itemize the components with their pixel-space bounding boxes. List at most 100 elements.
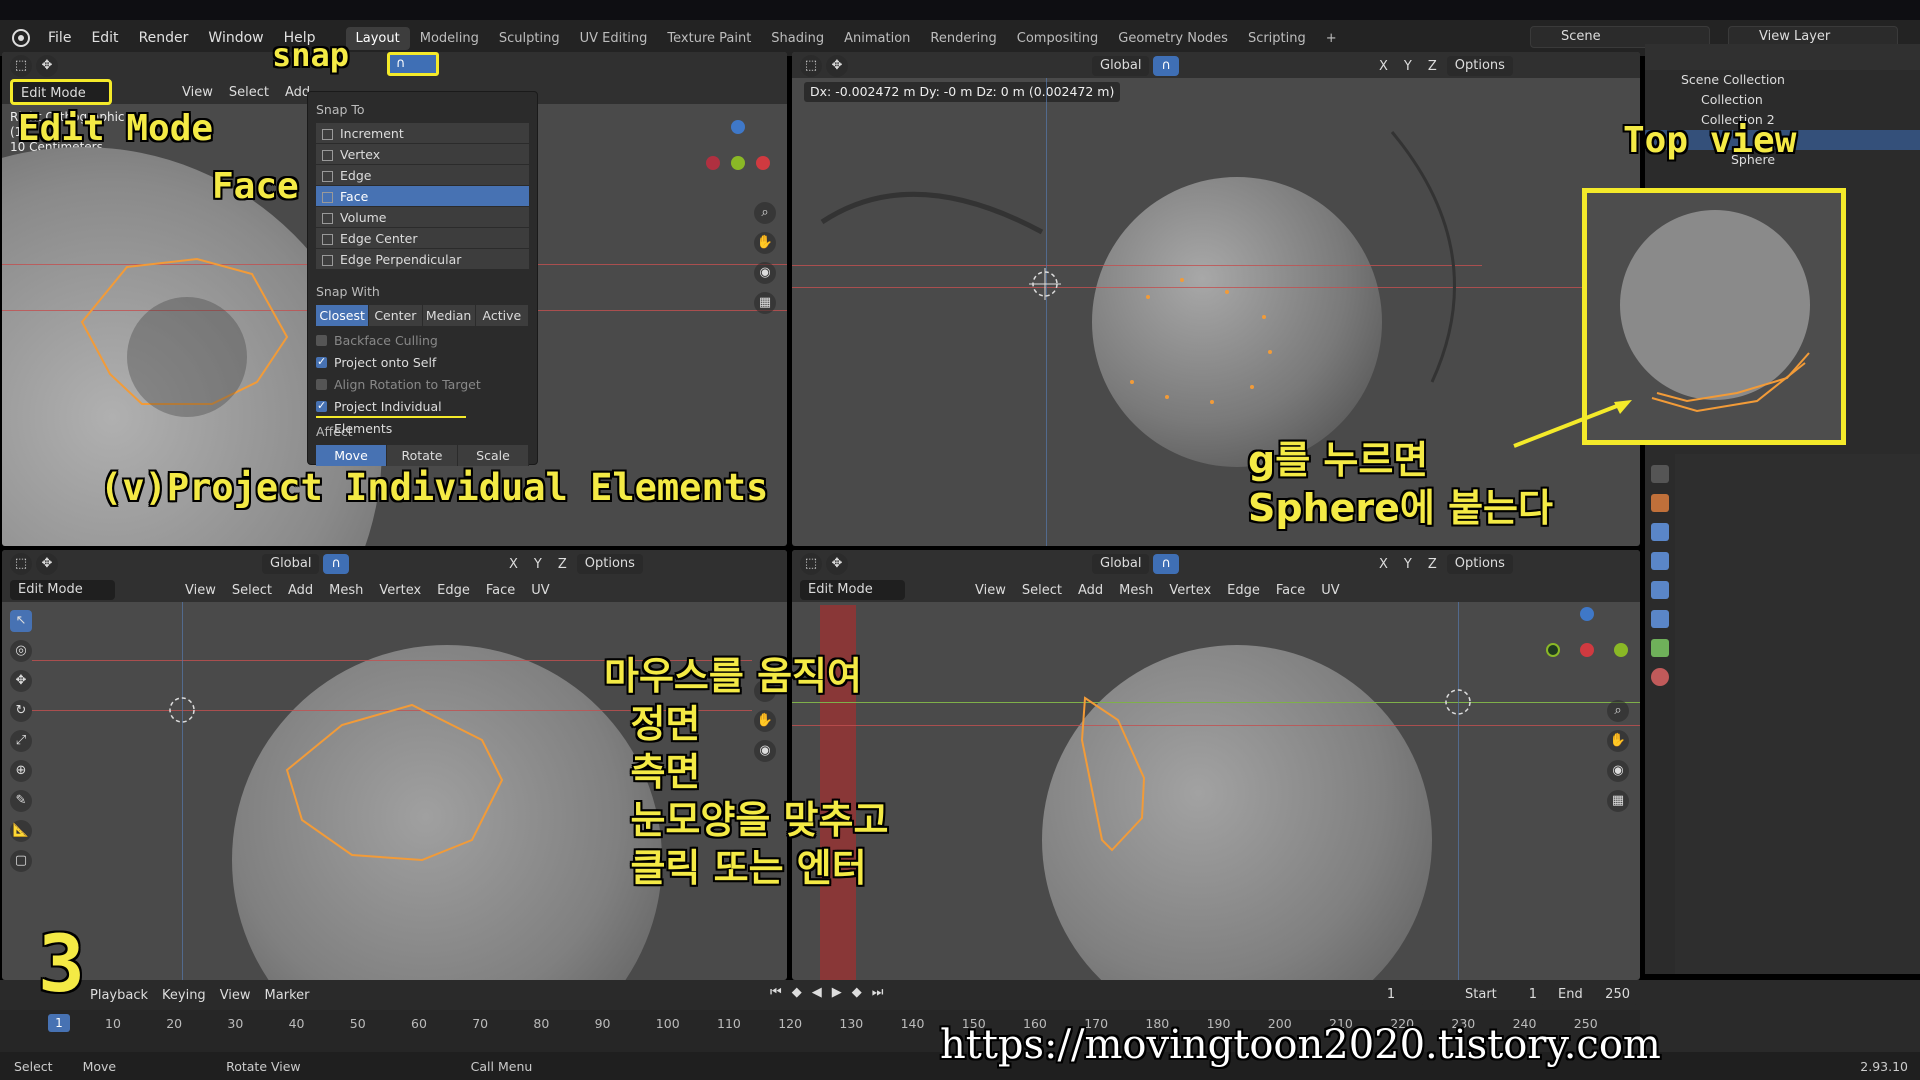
outliner-header	[1645, 44, 1920, 70]
outliner-scene-collection[interactable]: Scene Collection	[1645, 70, 1920, 90]
select-box-tool-icon[interactable]: ↖	[10, 610, 32, 632]
x-axis-icon[interactable]	[756, 156, 770, 170]
menu-file[interactable]: File	[38, 30, 81, 46]
snap-to-title: Snap To	[316, 102, 365, 117]
zoom-icon[interactable]: ⌕	[1607, 700, 1629, 722]
z-axis-icon[interactable]	[1580, 607, 1594, 621]
snap-with-median[interactable]: Median	[422, 305, 476, 326]
tab-layout[interactable]: Layout	[345, 26, 410, 50]
constraints-props-icon[interactable]	[1651, 610, 1669, 628]
menu-playback[interactable]: Playback	[90, 988, 148, 1003]
tab-animation[interactable]: Animation	[834, 27, 920, 50]
affect-rotate[interactable]: Rotate	[387, 445, 458, 466]
current-frame-field[interactable]: 1	[1357, 985, 1425, 1005]
measure-tool-icon[interactable]: 📐	[10, 820, 32, 842]
next-keyframe-icon[interactable]: ◆	[852, 985, 862, 1000]
physics-props-icon[interactable]	[1651, 581, 1669, 599]
tab-scripting[interactable]: Scripting	[1238, 27, 1316, 50]
menu-edit[interactable]: Edit	[81, 30, 128, 46]
outliner-collection[interactable]: Collection	[1645, 90, 1920, 110]
camera-icon[interactable]: ◉	[754, 262, 776, 284]
playhead[interactable]: 1	[48, 1014, 70, 1032]
menu-render[interactable]: Render	[129, 30, 199, 46]
y-axis-icon[interactable]	[731, 156, 745, 170]
pan-hand-icon[interactable]: ✋	[1607, 730, 1629, 752]
object-props-icon[interactable]	[1651, 494, 1669, 512]
add-cube-tool-icon[interactable]: ▢	[10, 850, 32, 872]
project-onto-self-checkbox[interactable]: Project onto Self	[316, 351, 529, 374]
cursor-tool-icon[interactable]: ◎	[10, 640, 32, 662]
render-props-icon[interactable]	[1651, 465, 1669, 483]
move-tool-icon[interactable]: ✥	[10, 670, 32, 692]
viewport-bottom-right[interactable]: ⬚ ✥ Global ∩ X Y Z Options Edit Mode Vie…	[792, 550, 1640, 980]
zoom-icon[interactable]: ⌕	[754, 202, 776, 224]
start-frame-field[interactable]: Start 1	[1457, 985, 1545, 1005]
affect-move[interactable]: Move	[316, 445, 387, 466]
z-axis-icon[interactable]	[731, 120, 745, 134]
tab-uv-editing[interactable]: UV Editing	[570, 27, 658, 50]
jump-end-icon[interactable]: ⏭	[872, 985, 884, 1000]
play-icon[interactable]: ▶	[832, 985, 842, 1000]
menu-view[interactable]: View	[220, 988, 251, 1003]
snap-face[interactable]: Face	[316, 186, 529, 207]
material-props-icon[interactable]	[1651, 668, 1669, 686]
pan-hand-icon[interactable]: ✋	[754, 232, 776, 254]
jump-start-icon[interactable]: ⏮	[770, 985, 782, 1000]
play-reverse-icon[interactable]: ◀	[812, 985, 822, 1000]
grid-icon[interactable]: ▦	[754, 292, 776, 314]
end-frame-field[interactable]: End 250	[1550, 985, 1638, 1005]
view-layer-name: View Layer	[1759, 29, 1831, 44]
prev-keyframe-icon[interactable]: ◆	[792, 985, 802, 1000]
add-workspace-button[interactable]: +	[1316, 27, 1347, 50]
project-individual-elements-checkbox[interactable]: Project Individual Elements	[316, 395, 466, 436]
snap-volume[interactable]: Volume	[316, 207, 529, 228]
align-rotation-checkbox[interactable]: Align Rotation to Target	[316, 374, 529, 396]
x-axis-icon[interactable]	[1580, 643, 1594, 657]
rotate-tool-icon[interactable]: ↻	[10, 700, 32, 722]
snap-edge-center[interactable]: Edge Center	[316, 228, 529, 249]
tab-rendering[interactable]: Rendering	[920, 27, 1006, 50]
snap-with-closest[interactable]: Closest	[316, 305, 370, 326]
annotate-tool-icon[interactable]: ✎	[10, 790, 32, 812]
neg-x-axis-icon[interactable]	[706, 156, 720, 170]
snap-toggle-button[interactable]: ∩	[387, 52, 439, 76]
navigation-gizmo[interactable]	[692, 112, 772, 202]
snap-edge-perpendicular[interactable]: Edge Perpendicular	[316, 249, 529, 270]
snap-increment[interactable]: Increment	[316, 123, 529, 144]
grid-icon[interactable]: ▦	[1607, 790, 1629, 812]
snap-with-active[interactable]: Active	[475, 305, 529, 326]
scale-tool-icon[interactable]: ⤢	[10, 730, 32, 752]
blender-logo-icon[interactable]	[12, 29, 30, 47]
annotation-edit-mode: Edit Mode	[18, 108, 214, 149]
neg-y-axis-icon[interactable]	[1546, 643, 1560, 657]
tab-compositing[interactable]: Compositing	[1007, 27, 1109, 50]
tab-geometry-nodes[interactable]: Geometry Nodes	[1108, 27, 1238, 50]
tab-sculpting[interactable]: Sculpting	[489, 27, 570, 50]
snap-vertex[interactable]: Vertex	[316, 144, 529, 165]
annotation-top-view: Top view	[1623, 120, 1797, 161]
y-axis-icon[interactable]	[1614, 643, 1628, 657]
menu-keying[interactable]: Keying	[162, 988, 206, 1003]
particles-props-icon[interactable]	[1651, 552, 1669, 570]
modifier-props-icon[interactable]	[1651, 523, 1669, 541]
viewport-side-tools: ⌕ ✋ ◉ ▦	[1607, 700, 1629, 812]
snap-edge[interactable]: Edge	[316, 165, 529, 186]
navigation-gizmo[interactable]	[1542, 605, 1632, 695]
menu-window[interactable]: Window	[198, 30, 273, 46]
frame-tick: 80	[533, 1016, 550, 1031]
status-rotate-view: Rotate View	[226, 1058, 301, 1074]
menu-marker[interactable]: Marker	[265, 988, 310, 1003]
camera-icon[interactable]: ◉	[1607, 760, 1629, 782]
tab-modeling[interactable]: Modeling	[410, 27, 489, 50]
callout-arrow	[1513, 400, 1632, 448]
properties-tabs	[1645, 454, 1675, 974]
affect-scale[interactable]: Scale	[458, 445, 529, 466]
data-props-icon[interactable]	[1651, 639, 1669, 657]
transform-tool-icon[interactable]: ⊕	[10, 760, 32, 782]
tab-shading[interactable]: Shading	[761, 27, 834, 50]
frame-tick: 70	[472, 1016, 489, 1031]
snap-with-center[interactable]: Center	[369, 305, 423, 326]
snap-with-title: Snap With	[316, 284, 380, 299]
tab-texture-paint[interactable]: Texture Paint	[657, 27, 761, 50]
backface-culling-checkbox[interactable]: Backface Culling	[316, 330, 529, 352]
